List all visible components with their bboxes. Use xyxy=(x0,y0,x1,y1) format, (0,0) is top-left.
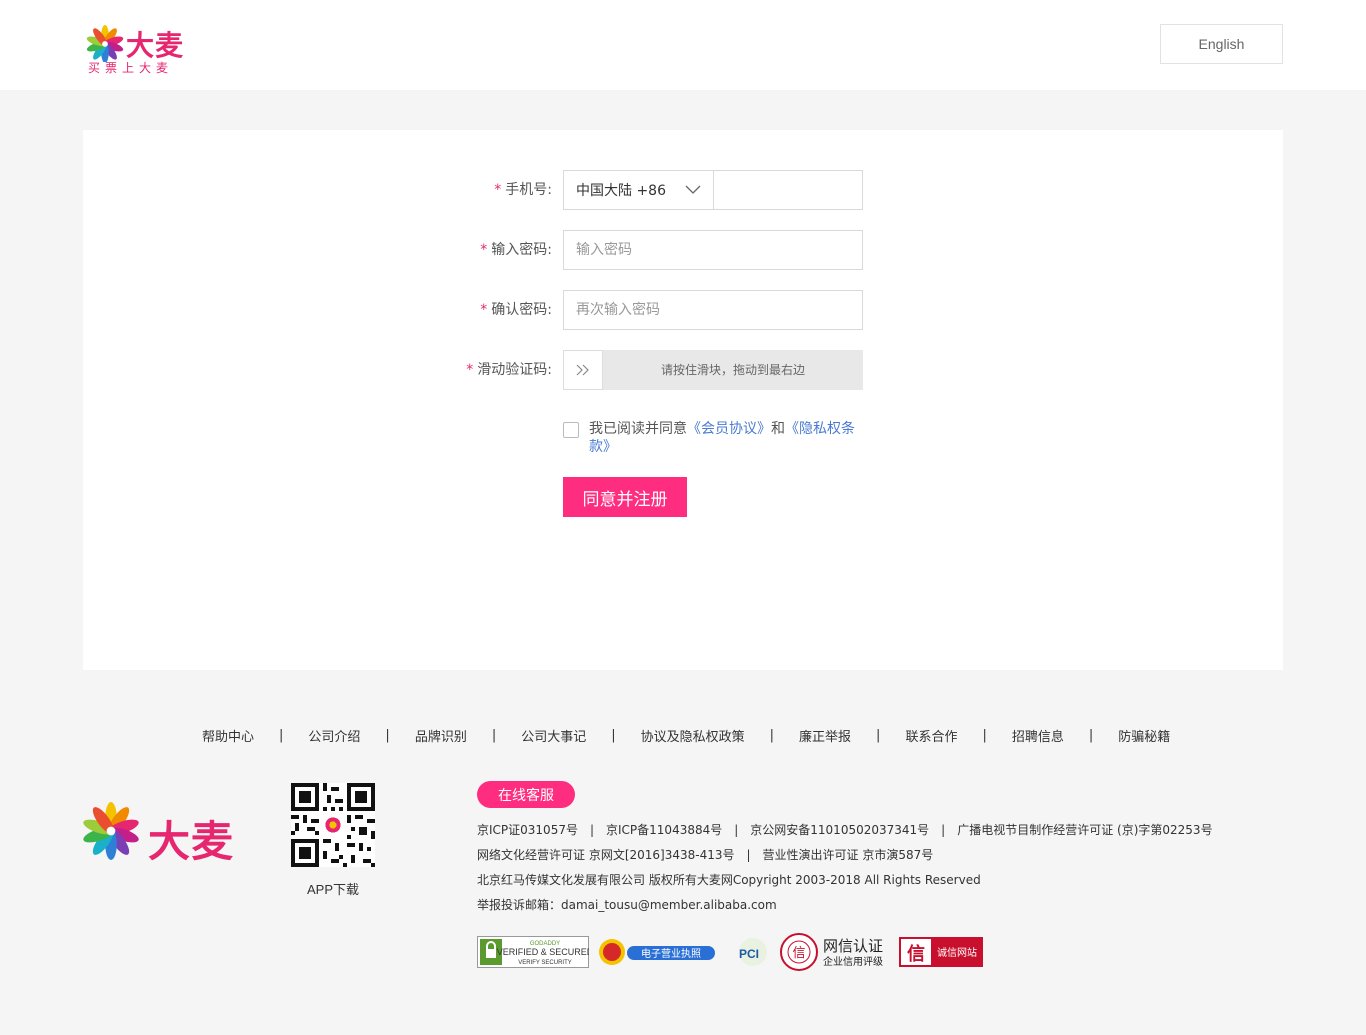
footer-link-milestones[interactable]: 公司大事记 xyxy=(521,726,586,745)
footer-link-anti-fraud[interactable]: 防骗秘籍 xyxy=(1118,726,1170,745)
english-language-button[interactable]: English xyxy=(1160,24,1283,64)
business-license-badge[interactable]: 电子营业执照 xyxy=(597,936,717,968)
slider-captcha-label-text: 滑动验证码: xyxy=(477,362,552,378)
godaddy-main-text: VERIFIED & SECURED xyxy=(497,947,589,957)
footer-link-brand[interactable]: 品牌识别 xyxy=(415,726,467,745)
footer-line-copyright: 北京红马传媒文化发展有限公司 版权所有大麦网Copyright 2003-201… xyxy=(477,873,981,887)
footer-link-separator: | xyxy=(769,728,775,743)
footer-link-privacy-policy[interactable]: 协议及隐私权政策 xyxy=(641,726,745,745)
footer-link-jobs[interactable]: 招聘信息 xyxy=(1012,726,1064,745)
password-label-text: 输入密码: xyxy=(491,242,552,258)
footer-link-separator: | xyxy=(982,728,987,743)
password-input[interactable] xyxy=(563,230,863,270)
country-code-value: 中国大陆 +86 xyxy=(576,183,666,199)
footer-damai-logo: 大麦 xyxy=(82,802,252,866)
footer-line-culture-license: 网络文化经营许可证 京网文[2016]3438-413号 | 营业性演出许可证 … xyxy=(477,848,934,862)
confirm-password-input[interactable] xyxy=(563,290,863,330)
wangxin-credit-badge[interactable]: 信 网信认证 企业信用评级 xyxy=(779,932,891,972)
required-mark: * xyxy=(480,242,488,258)
confirm-password-label: * 确认密码: xyxy=(480,290,552,330)
double-chevron-right-icon xyxy=(576,364,589,376)
app-qr-code xyxy=(291,783,375,867)
agreement-checkbox[interactable] xyxy=(563,422,579,438)
country-code-select[interactable]: 中国大陆 +86 xyxy=(563,170,714,210)
phone-row: * 手机号: 中国大陆 +86 xyxy=(83,170,1283,210)
required-mark: * xyxy=(480,302,488,318)
pci-text: PCI xyxy=(739,947,759,961)
footer-link-separator: | xyxy=(279,728,284,743)
logo-slogan: 买票上大麦 xyxy=(88,61,174,75)
password-row: * 输入密码: xyxy=(83,230,1283,270)
agreement-text: 我已阅读并同意《会员协议》和《隐私权条款》 xyxy=(589,420,869,456)
footer-link-separator: | xyxy=(1088,728,1094,743)
phone-input[interactable] xyxy=(713,170,863,210)
flower-logo-icon xyxy=(86,24,124,62)
wangxin-title: 网信认证 xyxy=(823,937,883,955)
footer-link-contact[interactable]: 联系合作 xyxy=(905,726,957,745)
chengxin-website-badge[interactable]: 信 诚信网站 xyxy=(899,937,983,967)
chengxin-icon-text: 信 xyxy=(907,943,925,965)
header: 大麦 买票上大麦 English xyxy=(0,0,1366,90)
godaddy-verified-badge[interactable]: GODADDY VERIFIED & SECURED VERIFY SECURI… xyxy=(477,936,589,968)
footer-link-integrity-report[interactable]: 廉正举报 xyxy=(799,726,851,745)
footer: 帮助中心 | 公司介绍 | 品牌识别 | 公司大事记 | 协议及隐私权政策 | … xyxy=(0,690,1366,1035)
required-mark: * xyxy=(494,182,502,198)
confirm-password-row: * 确认密码: xyxy=(83,290,1283,330)
slider-captcha-row: * 滑动验证码: 请按住滑块，拖动到最右边 xyxy=(83,350,1283,390)
register-panel: * 手机号: 中国大陆 +86 * 输入密码: * 确认密码: * 滑动验证码: 请按住… xyxy=(83,130,1283,670)
required-mark: * xyxy=(466,362,474,378)
password-label: * 输入密码: xyxy=(480,230,552,270)
phone-label-text: 手机号: xyxy=(505,182,552,198)
wangxin-subtitle: 企业信用评级 xyxy=(823,955,883,968)
godaddy-bottom-text: VERIFY SECURITY xyxy=(518,960,572,966)
footer-link-help[interactable]: 帮助中心 xyxy=(202,726,254,745)
agree-and-register-button[interactable]: 同意并注册 xyxy=(563,477,687,517)
app-download-label[interactable]: APP下载 xyxy=(291,879,375,898)
member-agreement-link[interactable]: 《会员协议》 xyxy=(687,421,771,437)
damai-logo[interactable]: 大麦 买票上大麦 xyxy=(86,22,196,75)
footer-line-icp: 京ICP证031057号 | 京ICP备11043884号 | 京公网安备110… xyxy=(477,823,1213,837)
online-service-button[interactable]: 在线客服 xyxy=(477,781,575,808)
footer-link-separator: | xyxy=(491,728,497,743)
confirm-password-label-text: 确认密码: xyxy=(491,302,552,318)
slider-captcha-label: * 滑动验证码: xyxy=(466,350,552,390)
pci-badge[interactable]: PCI xyxy=(725,936,771,968)
flower-logo-icon xyxy=(83,802,139,860)
footer-link-separator: | xyxy=(385,728,390,743)
trust-badges: GODADDY VERIFIED & SECURED VERIFY SECURI… xyxy=(477,932,991,972)
slider-captcha-track[interactable]: 请按住滑块，拖动到最右边 xyxy=(563,350,863,390)
agreement-and: 和 xyxy=(771,421,785,437)
chevron-down-icon xyxy=(685,185,701,194)
footer-legal-info: 京ICP证031057号 | 京ICP备11043884号 | 京公网安备110… xyxy=(477,818,1213,918)
trust-seal-text: 信 xyxy=(792,946,805,961)
footer-link-about[interactable]: 公司介绍 xyxy=(308,726,360,745)
slider-hint: 请按住滑块，拖动到最右边 xyxy=(660,363,805,377)
agreement-prefix: 我已阅读并同意 xyxy=(589,421,687,437)
phone-label: * 手机号: xyxy=(494,170,552,210)
footer-link-separator: | xyxy=(876,728,881,743)
footer-logo-text: 大麦 xyxy=(148,817,235,866)
slider-handle[interactable] xyxy=(563,350,603,390)
footer-line-report-email: 举报投诉邮箱：damai_tousu@member.alibaba.com xyxy=(477,898,777,912)
logo-text: 大麦 xyxy=(126,29,185,62)
business-license-text: 电子营业执照 xyxy=(641,947,701,960)
footer-link-separator: | xyxy=(611,728,616,743)
footer-links: 帮助中心 | 公司介绍 | 品牌识别 | 公司大事记 | 协议及隐私权政策 | … xyxy=(202,726,1170,745)
chengxin-text: 诚信网站 xyxy=(937,946,977,959)
